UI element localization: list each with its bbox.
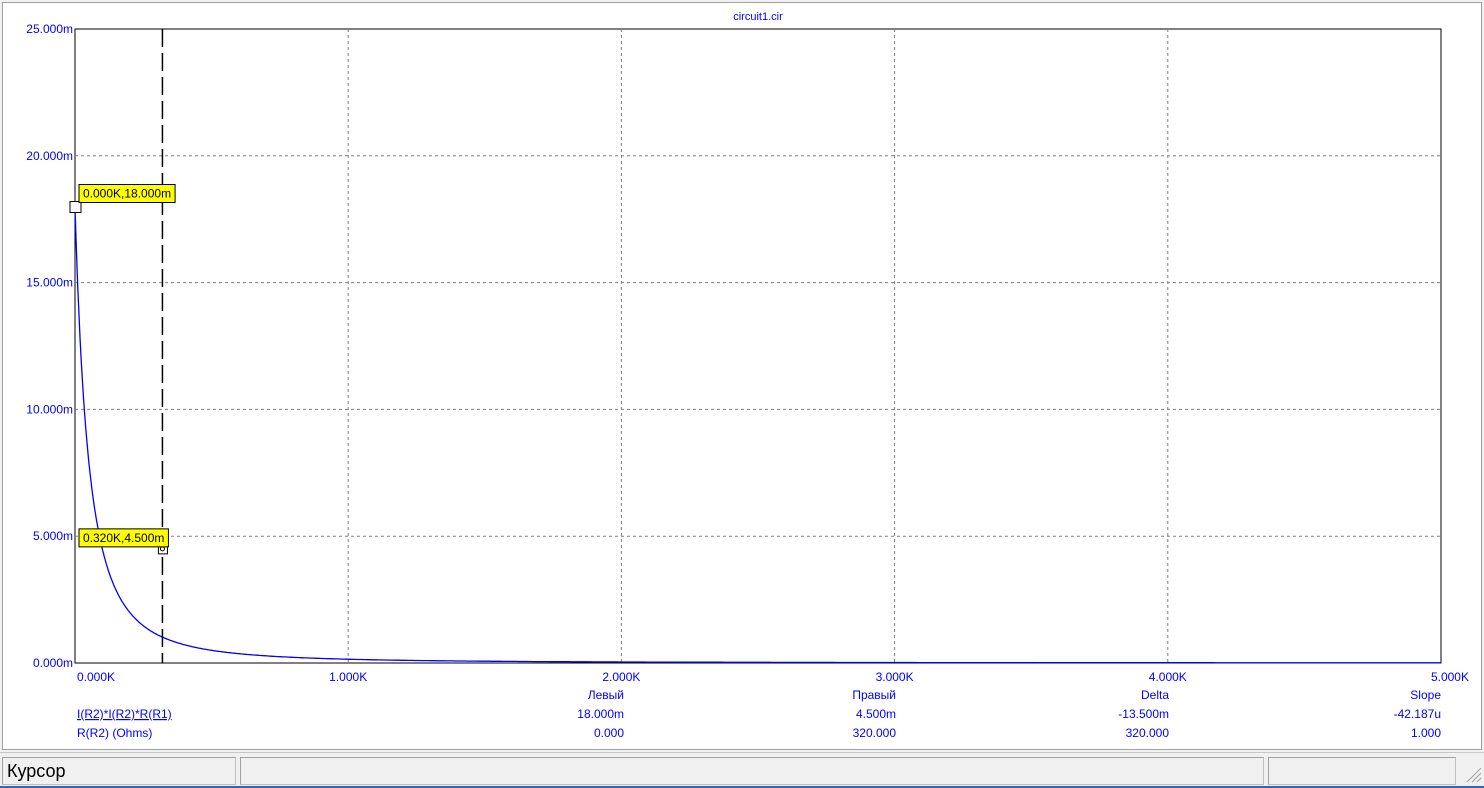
y-tick-label: 0.000m bbox=[33, 656, 73, 670]
right-cursor-tag-label: 0.320K,4.500m bbox=[83, 531, 164, 545]
status-bar: Курсор bbox=[0, 752, 1484, 787]
row2-right: 320.000 bbox=[853, 726, 897, 740]
x-tick-label: 4.000K bbox=[1149, 670, 1187, 684]
plot-window[interactable]: circuit1.cir 0.000m 5.000m 10.000m 15.000m 2… bbox=[2, 2, 1482, 750]
header-left: Левый bbox=[588, 688, 624, 702]
row1-right: 4.500m bbox=[856, 707, 896, 721]
row2-left: 0.000 bbox=[594, 726, 624, 740]
row2-label: R(R2) (Ohms) bbox=[77, 726, 152, 740]
row2-slope: 1.000 bbox=[1411, 726, 1441, 740]
header-delta: Delta bbox=[1141, 688, 1169, 702]
x-tick-label: 3.000K bbox=[876, 670, 914, 684]
row1-label[interactable]: I(R2)*I(R2)*R(R1) bbox=[77, 707, 172, 721]
status-pane-3 bbox=[1268, 757, 1456, 785]
plot-area bbox=[74, 28, 1442, 664]
header-right: Правый bbox=[852, 688, 896, 702]
status-mode: Курсор bbox=[2, 757, 236, 785]
x-axis: 0.000K 1.000K 2.000K 3.000K 4.000K 5.000K bbox=[77, 670, 1469, 684]
x-tick-label: 5.000K bbox=[1431, 670, 1469, 684]
resize-grip-icon[interactable] bbox=[1464, 765, 1482, 783]
row1-left: 18.000m bbox=[577, 707, 624, 721]
left-cursor-tag-label: 0.000K,18.000m bbox=[83, 187, 171, 201]
y-tick-label: 25.000m bbox=[26, 22, 73, 36]
y-tick-label: 20.000m bbox=[26, 149, 73, 163]
x-tick-label: 1.000K bbox=[329, 670, 367, 684]
x-tick-label: 0.000K bbox=[77, 670, 115, 684]
row2-delta: 320.000 bbox=[1126, 726, 1170, 740]
left-cursor-marker[interactable] bbox=[69, 201, 82, 214]
row1-slope: -42.187u bbox=[1394, 707, 1441, 721]
y-axis: 0.000m 5.000m 10.000m 15.000m 20.000m 25.000m bbox=[26, 22, 73, 670]
status-pane-2 bbox=[240, 757, 1264, 785]
y-tick-label: 10.000m bbox=[26, 402, 73, 416]
y-tick-label: 15.000m bbox=[26, 276, 73, 290]
x-tick-label: 2.000K bbox=[602, 670, 640, 684]
y-tick-label: 5.000m bbox=[33, 529, 73, 543]
header-slope: Slope bbox=[1410, 688, 1441, 702]
row1-delta: -13.500m bbox=[1118, 707, 1169, 721]
cursor-table: Левый Правый Delta Slope I(R2)*I(R2)*R(R… bbox=[77, 688, 1441, 740]
chart[interactable]: circuit1.cir 0.000m 5.000m 10.000m 15.000m 2… bbox=[3, 3, 1481, 749]
chart-title: circuit1.cir bbox=[733, 11, 783, 23]
